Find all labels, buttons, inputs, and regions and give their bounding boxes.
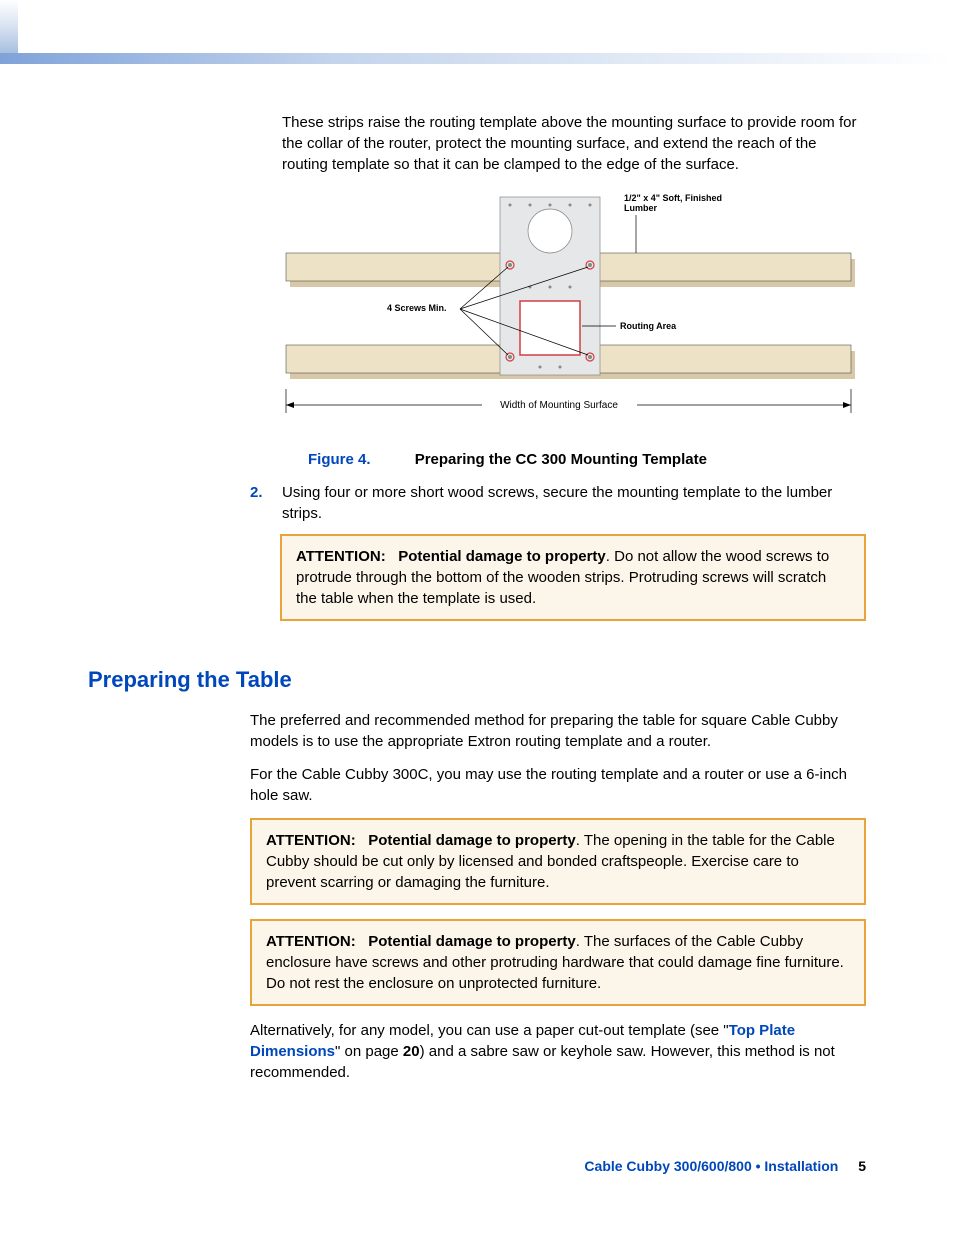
attention-box-2: ATTENTION: Potential damage to property.… [250,818,866,905]
page-footer: Cable Cubby 300/600/800 • Installation 5 [584,1157,866,1177]
routing-area-label: Routing Area [620,321,677,331]
header-gradient-bar [0,53,954,64]
figure-caption: Figure 4. Preparing the CC 300 Mounting … [308,449,866,470]
figure-title: Preparing the CC 300 Mounting Template [415,451,707,468]
attention-subject: Potential damage to property [398,548,606,565]
attention-subject: Potential damage to property [368,832,576,849]
width-label: Width of Mounting Surface [500,400,618,411]
step-number: 2. [250,482,282,524]
section-paragraph-2: For the Cable Cubby 300C, you may use th… [250,764,866,806]
attention-subject: Potential damage to property [368,933,576,950]
figure-number: Figure 4. [308,451,371,468]
attention-box-1: ATTENTION: Potential damage to property.… [280,534,866,621]
alternative-paragraph: Alternatively, for any model, you can us… [250,1020,866,1083]
lumber-label-line1: 1/2" x 4" Soft, Finished [624,193,722,203]
alt-mid: " on page [335,1043,403,1060]
alt-page-ref: 20 [403,1043,420,1060]
section-paragraph-1: The preferred and recommended method for… [250,710,866,752]
lumber-label-line2: Lumber [624,203,658,213]
attention-label: ATTENTION: [296,548,386,565]
attention-label: ATTENTION: [266,832,356,849]
screws-label: 4 Screws Min. [387,303,447,313]
section-heading: Preparing the Table [88,665,866,696]
figure-diagram: 1/2" x 4" Soft, Finished Lumber 4 Screws… [282,193,866,439]
step-text: Using four or more short wood screws, se… [282,482,866,524]
footer-page-number: 5 [858,1158,866,1174]
attention-label: ATTENTION: [266,933,356,950]
footer-doc-title: Cable Cubby 300/600/800 • Installation [584,1158,838,1174]
attention-box-3: ATTENTION: Potential damage to property.… [250,919,866,1006]
intro-paragraph: These strips raise the routing template … [282,112,866,175]
alt-pre: Alternatively, for any model, you can us… [250,1022,729,1039]
mounting-template-diagram: 1/2" x 4" Soft, Finished Lumber 4 Screws… [282,193,859,433]
page-content: These strips raise the routing template … [88,112,866,1095]
step-2: 2. Using four or more short wood screws,… [250,482,866,524]
